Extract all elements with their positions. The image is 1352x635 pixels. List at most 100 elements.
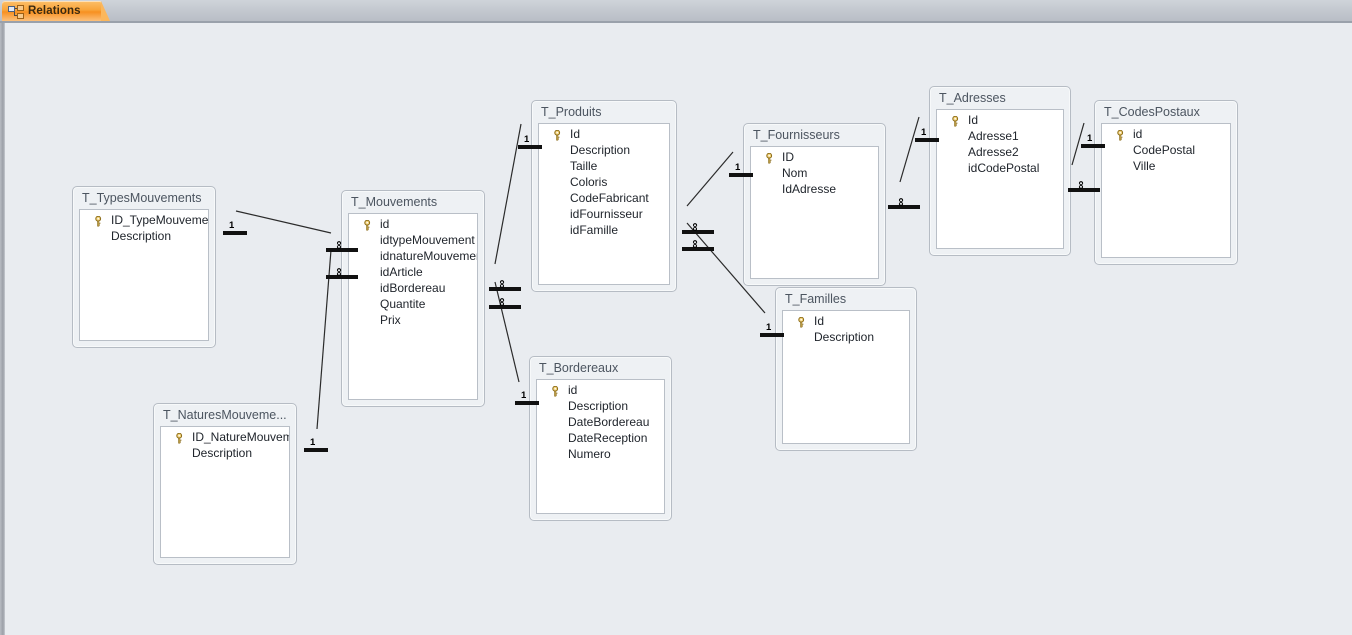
table-field-label: Description bbox=[192, 446, 253, 460]
table-field-label: Nom bbox=[782, 166, 808, 180]
table-field[interactable]: idCodePostal bbox=[937, 160, 1063, 176]
table-field[interactable]: DateReception bbox=[537, 430, 664, 446]
relationship-line[interactable] bbox=[899, 116, 920, 183]
table-field-list[interactable]: Id Description bbox=[782, 310, 910, 444]
table-field-label: idCodePostal bbox=[968, 161, 1040, 175]
table-field-label: idFournisseur bbox=[570, 207, 643, 221]
table-field[interactable]: ID_NatureMouvement bbox=[161, 429, 289, 445]
relationship-line[interactable] bbox=[235, 210, 332, 234]
table-field[interactable]: Quantite bbox=[349, 296, 477, 312]
table-field[interactable]: Id bbox=[783, 313, 909, 329]
table-title: T_Produits bbox=[541, 105, 602, 119]
table-field-list[interactable]: Id Description Taille Coloris CodeFabricant i… bbox=[538, 123, 670, 285]
table-field[interactable]: idFamille bbox=[539, 222, 669, 238]
document-tab-strip: Relations bbox=[0, 0, 1352, 21]
table-field-list[interactable]: id Description DateBordereau DateReception N… bbox=[536, 379, 665, 514]
table-field[interactable]: idnatureMouvement bbox=[349, 248, 477, 264]
cardinality-label: ∞ bbox=[495, 297, 510, 307]
cardinality-label: 1 bbox=[1087, 133, 1093, 144]
table-field-list[interactable]: id CodePostal Ville bbox=[1101, 123, 1231, 258]
table-field[interactable]: Description bbox=[161, 445, 289, 461]
relations-canvas[interactable]: T_TypesMouvements ID_TypeMouvement Descrip… bbox=[0, 23, 1352, 635]
table-field-label: id bbox=[1133, 127, 1143, 141]
table-field[interactable]: Id bbox=[539, 126, 669, 142]
table-field[interactable]: Nom bbox=[751, 165, 878, 181]
table-field-label: idtypeMouvement bbox=[380, 233, 475, 247]
canvas-left-rail bbox=[0, 23, 5, 635]
relationship-endpoint-bar bbox=[518, 145, 542, 149]
table-field[interactable]: Adresse1 bbox=[937, 128, 1063, 144]
table-field[interactable]: Description bbox=[539, 142, 669, 158]
table-field[interactable]: DateBordereau bbox=[537, 414, 664, 430]
table-field[interactable]: idFournisseur bbox=[539, 206, 669, 222]
relationship-endpoint-bar bbox=[1081, 144, 1105, 148]
cardinality-label: 1 bbox=[521, 390, 527, 401]
table-title: T_TypesMouvements bbox=[82, 191, 202, 205]
relationship-line[interactable] bbox=[686, 151, 734, 207]
table-field[interactable]: id bbox=[1102, 126, 1230, 142]
table-field-label: Coloris bbox=[570, 175, 608, 189]
primary-key-icon bbox=[551, 385, 560, 397]
relationship-endpoint-bar bbox=[515, 401, 539, 405]
table-field[interactable]: Description bbox=[80, 228, 208, 244]
table-box-t-familles[interactable]: T_Familles Id Description bbox=[775, 287, 917, 451]
tab-relations[interactable]: Relations bbox=[2, 1, 110, 21]
table-field-list[interactable]: ID_NatureMouvement Description bbox=[160, 426, 290, 558]
cardinality-label: 1 bbox=[310, 437, 316, 448]
table-box-t-codespostaux[interactable]: T_CodesPostaux id CodePostal Ville bbox=[1094, 100, 1238, 265]
table-box-t-naturesmouvements[interactable]: T_NaturesMouveme... ID_NatureMouvement Des… bbox=[153, 403, 297, 565]
table-box-t-produits[interactable]: T_Produits Id Description Taille Coloris Code… bbox=[531, 100, 677, 292]
table-field-label: Description bbox=[814, 330, 875, 344]
table-box-t-bordereaux[interactable]: T_Bordereaux id Description DateBordereau Da… bbox=[529, 356, 672, 521]
table-field[interactable]: idBordereau bbox=[349, 280, 477, 296]
cardinality-label: ∞ bbox=[688, 239, 703, 249]
primary-key-icon bbox=[175, 432, 184, 444]
access-relations-window: Relations T_TypesMouvements ID_TypeMouvem… bbox=[0, 0, 1352, 635]
cardinality-label: 1 bbox=[921, 127, 927, 138]
table-field-label: Adresse2 bbox=[968, 145, 1019, 159]
table-field[interactable]: id bbox=[349, 216, 477, 232]
table-box-t-mouvements[interactable]: T_Mouvements id idtypeMouvement idnatureMou… bbox=[341, 190, 485, 407]
table-field[interactable]: Id bbox=[937, 112, 1063, 128]
relationship-endpoint-bar bbox=[304, 448, 328, 452]
table-field-label: ID bbox=[782, 150, 794, 164]
table-field[interactable]: Ville bbox=[1102, 158, 1230, 174]
table-field-label: DateReception bbox=[568, 431, 648, 445]
table-field[interactable]: ID_TypeMouvement bbox=[80, 212, 208, 228]
table-field[interactable]: Coloris bbox=[539, 174, 669, 190]
table-field[interactable]: IdAdresse bbox=[751, 181, 878, 197]
table-field-label: Id bbox=[968, 113, 979, 127]
tab-relations-label: Relations bbox=[28, 5, 81, 17]
table-field-label: Taille bbox=[570, 159, 598, 173]
cardinality-label: ∞ bbox=[1074, 180, 1089, 190]
table-field[interactable]: Prix bbox=[349, 312, 477, 328]
relations-icon bbox=[8, 4, 24, 19]
table-field[interactable]: ID bbox=[751, 149, 878, 165]
table-field[interactable]: CodePostal bbox=[1102, 142, 1230, 158]
table-field[interactable]: Adresse2 bbox=[937, 144, 1063, 160]
table-field[interactable]: Description bbox=[537, 398, 664, 414]
table-field-label: CodeFabricant bbox=[570, 191, 649, 205]
table-box-t-adresses[interactable]: T_Adresses Id Adresse1 Adresse2 idCodePostal bbox=[929, 86, 1071, 256]
table-field-list[interactable]: id idtypeMouvement idnatureMouvement idArti… bbox=[348, 213, 478, 400]
table-field-list[interactable]: Id Adresse1 Adresse2 idCodePostal bbox=[936, 109, 1064, 249]
table-title: T_Fournisseurs bbox=[753, 128, 840, 142]
table-field[interactable]: idtypeMouvement bbox=[349, 232, 477, 248]
table-field-list[interactable]: ID_TypeMouvement Description bbox=[79, 209, 209, 341]
table-field[interactable]: Taille bbox=[539, 158, 669, 174]
cardinality-label: 1 bbox=[524, 134, 530, 145]
table-field[interactable]: Description bbox=[783, 329, 909, 345]
table-field-list[interactable]: ID Nom IdAdresse bbox=[750, 146, 879, 279]
relationship-endpoint-bar bbox=[729, 173, 753, 177]
table-field[interactable]: Numero bbox=[537, 446, 664, 462]
primary-key-icon bbox=[951, 115, 960, 127]
table-box-t-fournisseurs[interactable]: T_Fournisseurs ID Nom IdAdresse bbox=[743, 123, 886, 286]
table-field-label: ID_NatureMouvement bbox=[192, 430, 289, 444]
primary-key-icon bbox=[553, 129, 562, 141]
table-field[interactable]: CodeFabricant bbox=[539, 190, 669, 206]
table-field-label: idFamille bbox=[570, 223, 619, 237]
table-field[interactable]: id bbox=[537, 382, 664, 398]
table-field[interactable]: idArticle bbox=[349, 264, 477, 280]
table-box-t-typesmouvements[interactable]: T_TypesMouvements ID_TypeMouvement Descrip… bbox=[72, 186, 216, 348]
table-field-label: Numero bbox=[568, 447, 611, 461]
